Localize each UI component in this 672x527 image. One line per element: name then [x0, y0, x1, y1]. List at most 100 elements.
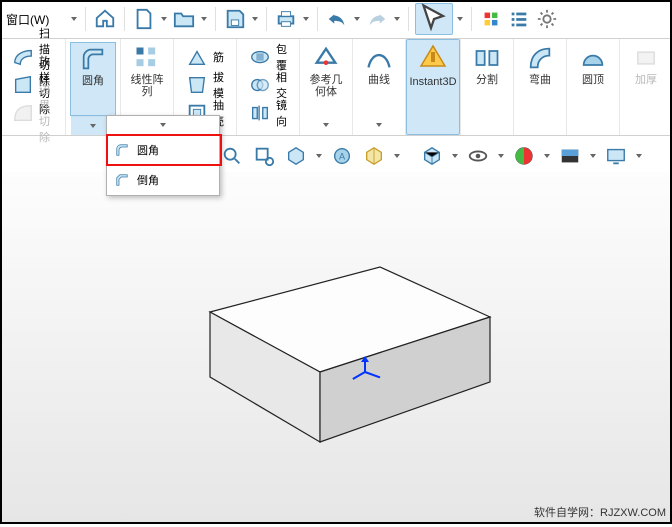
cut-ops-group: 扫描切除 放样切除 边界切除: [0, 39, 66, 135]
linear-pattern-icon: [133, 44, 161, 72]
hide-show-button[interactable]: [464, 142, 492, 170]
hide-show-drop[interactable]: [496, 154, 506, 158]
save-drop[interactable]: [250, 17, 260, 21]
new-button[interactable]: [131, 6, 157, 32]
separator: [471, 7, 472, 31]
model-view: [0, 172, 672, 524]
open-button[interactable]: [171, 6, 197, 32]
dome-button[interactable]: 圆顶: [571, 42, 615, 118]
home-button[interactable]: [92, 6, 118, 32]
bend-group: 弯曲: [514, 39, 567, 135]
instant3d-group: Instant3D: [406, 39, 461, 135]
appearance-button[interactable]: [510, 142, 538, 170]
redo-button[interactable]: [364, 6, 390, 32]
viewport-button[interactable]: [602, 142, 630, 170]
options-button[interactable]: [506, 6, 532, 32]
fillet-button[interactable]: 圆角: [70, 42, 116, 116]
select-button[interactable]: [415, 3, 453, 35]
wrap-icon: [249, 46, 271, 68]
view-orient-button[interactable]: [282, 142, 310, 170]
draft-icon: [186, 74, 208, 96]
rib-icon: [186, 46, 208, 68]
save-button[interactable]: [222, 6, 248, 32]
boundary-cut-button[interactable]: 边界切除: [8, 100, 57, 126]
section-drop[interactable]: [392, 154, 402, 158]
print-button[interactable]: [273, 6, 299, 32]
separator: [266, 7, 267, 31]
section-button[interactable]: [360, 142, 388, 170]
window-menu-drop[interactable]: [69, 17, 79, 21]
curves-group: 曲线: [353, 39, 406, 135]
linear-pattern-button[interactable]: 线性阵 列: [125, 42, 169, 118]
curves-drop[interactable]: [357, 118, 401, 132]
print-icon: [275, 8, 297, 30]
fillet-icon: [79, 45, 107, 73]
split-group: 分割: [461, 39, 514, 135]
fillet-menu-item[interactable]: 圆角: [107, 135, 219, 165]
dome-icon: [579, 44, 607, 72]
loft-cut-icon: [12, 74, 34, 96]
view-orient-icon: [285, 145, 307, 167]
monitor-icon: [605, 145, 627, 167]
gear-icon: [536, 8, 558, 30]
chamfer-icon: [113, 171, 131, 189]
refgeom-drop[interactable]: [304, 118, 348, 132]
save-icon: [224, 8, 246, 30]
intersect-button[interactable]: 相交: [245, 72, 291, 98]
new-drop[interactable]: [159, 17, 169, 21]
mirror-button[interactable]: 镜向: [245, 100, 291, 126]
open-icon: [173, 8, 195, 30]
home-icon: [94, 8, 116, 30]
scene-button[interactable]: [556, 142, 584, 170]
scene-drop[interactable]: [588, 154, 598, 158]
settings-button[interactable]: [534, 6, 560, 32]
zoom-fit-button[interactable]: [218, 142, 246, 170]
undo-drop[interactable]: [352, 17, 362, 21]
appearance-drop[interactable]: [542, 154, 552, 158]
curves-icon: [365, 44, 393, 72]
print-drop[interactable]: [301, 17, 311, 21]
viewport-drop[interactable]: [634, 154, 644, 158]
fillet-icon: [113, 141, 131, 159]
boundary-cut-icon: [12, 102, 34, 124]
svg-text:A: A: [339, 152, 346, 162]
zoom-area-button[interactable]: [250, 142, 278, 170]
shaded-button[interactable]: [418, 142, 446, 170]
ref-geom-button[interactable]: 参考几 何体: [304, 42, 348, 118]
separator: [408, 7, 409, 31]
refgeom-icon: [312, 44, 340, 72]
undo-button[interactable]: [324, 6, 350, 32]
bend-button[interactable]: 弯曲: [518, 42, 562, 118]
view-orient-drop[interactable]: [314, 154, 324, 158]
3d-viewport[interactable]: [0, 172, 672, 524]
open-drop[interactable]: [199, 17, 209, 21]
curves-button[interactable]: 曲线: [357, 42, 401, 118]
dome-group: 圆顶: [567, 39, 620, 135]
redo-icon: [366, 8, 388, 30]
rebuild-button[interactable]: [478, 6, 504, 32]
zoom-area-icon: [253, 145, 275, 167]
rib-button[interactable]: 筋: [182, 44, 228, 70]
section-icon: [363, 145, 385, 167]
magnifier-icon: [221, 145, 243, 167]
list-icon: [508, 8, 530, 30]
select-drop[interactable]: [455, 17, 465, 21]
chamfer-menu-item[interactable]: 倒角: [107, 165, 219, 195]
display-style-icon: A: [331, 145, 353, 167]
thicken-button: 加厚: [624, 42, 668, 118]
redo-drop[interactable]: [392, 17, 402, 21]
split-icon: [473, 44, 501, 72]
view-toolbar: A: [218, 140, 644, 172]
wrap-button[interactable]: 包覆: [245, 44, 291, 70]
eye-icon: [467, 145, 489, 167]
split-button[interactable]: 分割: [465, 42, 509, 118]
display-style-button[interactable]: A: [328, 142, 356, 170]
origin-triad: [352, 357, 380, 385]
shaded-drop[interactable]: [450, 154, 460, 158]
instant3d-button[interactable]: Instant3D: [406, 39, 460, 135]
thicken-icon: [632, 44, 660, 72]
separator: [85, 7, 86, 31]
draft-button[interactable]: 拔模: [182, 72, 228, 98]
intersect-icon: [249, 74, 271, 96]
dropdown-grip[interactable]: [107, 116, 219, 135]
